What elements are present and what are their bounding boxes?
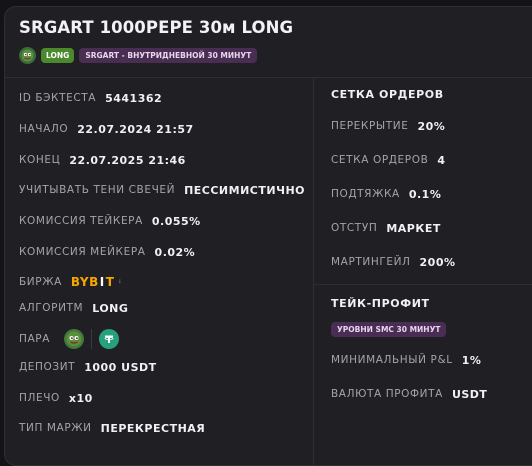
bybit-logo-text-a: BYB bbox=[70, 275, 99, 289]
overlap-value: 20% bbox=[417, 119, 446, 133]
end-row: КОНЕЦ 22.07.2025 21:46 bbox=[19, 151, 186, 169]
deposit-value: 1000 USDT bbox=[84, 360, 157, 374]
shadows-label: УЧИТЫВАТЬ ТЕНИ СВЕЧЕЙ bbox=[19, 184, 176, 196]
margin-row: ТИП МАРЖИ ПЕРЕКРЕСТНАЯ bbox=[19, 419, 205, 437]
pullup-label: ПОДТЯЖКА bbox=[331, 188, 400, 200]
bybit-logo-mark: ⋮ bbox=[117, 278, 123, 285]
pair-separator bbox=[91, 329, 92, 349]
leverage-label: ПЛЕЧО bbox=[19, 392, 60, 404]
maker-value: 0.02% bbox=[154, 245, 196, 259]
min-pnl-label: МИНИМАЛЬНЫЙ P&L bbox=[331, 354, 453, 366]
leverage-row: ПЛЕЧО x10 bbox=[19, 389, 93, 407]
indent-label: ОТСТУП bbox=[331, 222, 378, 234]
maker-row: КОМИССИЯ МЕЙКЕРА 0.02% bbox=[19, 243, 195, 261]
maker-label: КОМИССИЯ МЕЙКЕРА bbox=[19, 246, 146, 258]
pullup-row: ПОДТЯЖКА 0.1% bbox=[331, 185, 441, 203]
shadows-row: УЧИТЫВАТЬ ТЕНИ СВЕЧЕЙ ПЕССИМИСТИЧНО bbox=[19, 181, 305, 199]
margin-value: ПЕРЕКРЕСТНАЯ bbox=[100, 421, 206, 435]
tether-icon bbox=[99, 329, 119, 349]
bybit-logo-text-b: T bbox=[105, 275, 115, 289]
deposit-label: ДЕПОЗИТ bbox=[19, 361, 76, 373]
min-pnl-row: МИНИМАЛЬНЫЙ P&L 1% bbox=[331, 351, 481, 369]
exchange-row: БИРЖА BYB I T ⋮ bbox=[19, 273, 123, 291]
currency-row: ВАЛЮТА ПРОФИТА USDT bbox=[331, 385, 487, 403]
grid-section-title: СЕТКА ОРДЕРОВ bbox=[331, 88, 444, 101]
start-label: НАЧАЛО bbox=[19, 123, 69, 135]
overlap-label: ПЕРЕКРЫТИЕ bbox=[331, 120, 409, 132]
indent-value: МАРКЕТ bbox=[386, 221, 441, 235]
overlap-row: ПЕРЕКРЫТИЕ 20% bbox=[331, 117, 445, 135]
takeprofit-section-title: ТЕЙК-ПРОФИТ bbox=[331, 297, 430, 310]
algo-value: LONG bbox=[92, 301, 129, 315]
orders-value: 4 bbox=[437, 153, 446, 167]
start-value: 22.07.2024 21:57 bbox=[77, 122, 194, 136]
algo-row: АЛГОРИТМ LONG bbox=[19, 299, 128, 317]
martingale-label: МАРТИНГЕЙЛ bbox=[331, 256, 411, 268]
taker-label: КОМИССИЯ ТЕЙКЕРА bbox=[19, 215, 143, 227]
leverage-value: x10 bbox=[68, 391, 93, 405]
strategy-badge[interactable]: SRGART - ВНУТРИДНЕВНОЙ 30 МИНУТ bbox=[79, 48, 258, 63]
exchange-label: БИРЖА bbox=[19, 276, 62, 288]
pepe-coin-icon bbox=[64, 329, 84, 349]
currency-value: USDT bbox=[451, 387, 488, 401]
pepe-coin-icon bbox=[19, 47, 36, 64]
martingale-value: 200% bbox=[419, 255, 456, 269]
backtest-card: SRGART 1000PEPE 30м LONG LONG SRGART - В… bbox=[4, 6, 532, 466]
long-badge: LONG bbox=[41, 48, 75, 63]
pullup-value: 0.1% bbox=[408, 187, 442, 201]
deposit-row: ДЕПОЗИТ 1000 USDT bbox=[19, 358, 157, 376]
algo-label: АЛГОРИТМ bbox=[19, 302, 84, 314]
page-title: SRGART 1000PEPE 30м LONG bbox=[19, 18, 294, 37]
bybit-logo-sep: I bbox=[99, 275, 105, 289]
min-pnl-value: 1% bbox=[461, 353, 482, 367]
martingale-row: МАРТИНГЕЙЛ 200% bbox=[331, 253, 456, 271]
takeprofit-badge[interactable]: УРОВНИ SMC 30 МИНУТ bbox=[331, 322, 447, 337]
tag-row: LONG SRGART - ВНУТРИДНЕВНОЙ 30 МИНУТ bbox=[19, 47, 258, 64]
currency-label: ВАЛЮТА ПРОФИТА bbox=[331, 388, 443, 400]
end-label: КОНЕЦ bbox=[19, 154, 61, 166]
pair-label: ПАРА bbox=[19, 333, 50, 345]
orders-label: СЕТКА ОРДЕРОВ bbox=[331, 154, 429, 166]
margin-label: ТИП МАРЖИ bbox=[19, 422, 92, 434]
taker-row: КОМИССИЯ ТЕЙКЕРА 0.055% bbox=[19, 212, 201, 230]
indent-row: ОТСТУП МАРКЕТ bbox=[331, 219, 441, 237]
bybit-logo: BYB I T ⋮ bbox=[71, 275, 123, 289]
pair-row: ПАРА bbox=[19, 328, 119, 350]
divider bbox=[313, 77, 314, 465]
shadows-value: ПЕССИМИСТИЧНО bbox=[184, 183, 306, 197]
end-value: 22.07.2025 21:46 bbox=[69, 153, 186, 167]
backtest-id-label: ID БЭКТЕСТА bbox=[19, 92, 97, 104]
divider bbox=[5, 77, 532, 78]
divider bbox=[314, 284, 532, 285]
taker-value: 0.055% bbox=[151, 214, 201, 228]
backtest-id-row: ID БЭКТЕСТА 5441362 bbox=[19, 89, 162, 107]
orders-row: СЕТКА ОРДЕРОВ 4 bbox=[331, 151, 446, 169]
start-row: НАЧАЛО 22.07.2024 21:57 bbox=[19, 120, 194, 138]
backtest-id-value[interactable]: 5441362 bbox=[105, 92, 162, 105]
